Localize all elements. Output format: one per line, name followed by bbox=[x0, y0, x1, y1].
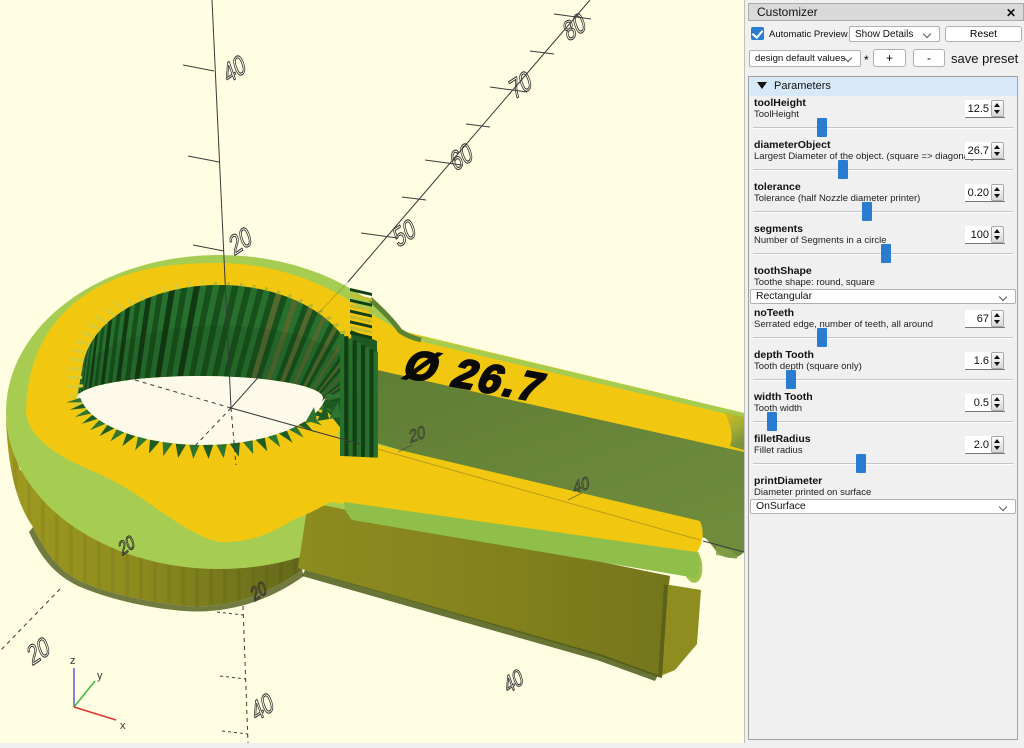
svg-text:x: x bbox=[120, 720, 126, 732]
svg-text:z: z bbox=[70, 655, 76, 667]
svg-text:y: y bbox=[97, 670, 103, 682]
